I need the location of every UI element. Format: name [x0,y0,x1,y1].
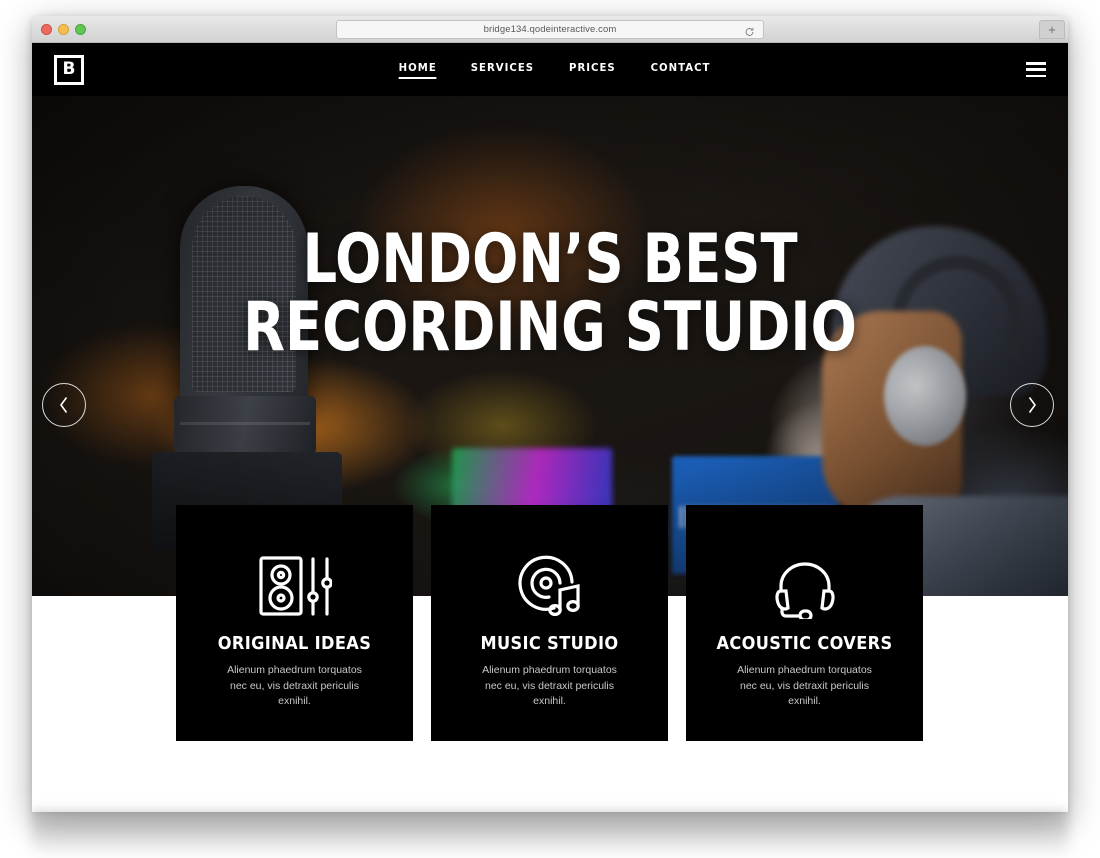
service-card-title: ORIGINAL IDEAS [217,633,372,654]
logo-letter: B [62,59,76,79]
hero-headline: LONDON’S BEST RECORDING STUDIO [32,226,1068,362]
close-window-button[interactable] [41,23,52,35]
nav-item-prices[interactable]: PRICES [569,61,616,79]
minimize-window-button[interactable] [58,23,69,35]
chevron-right-icon [1028,397,1036,413]
nav-item-services[interactable]: SERVICES [471,61,534,79]
reload-icon[interactable] [744,24,755,36]
browser-chrome-bar: bridge134.qodeinteractive.com + [32,16,1068,43]
service-card-title: ACOUSTIC COVERS [716,633,893,654]
site-header: B HOME SERVICES PRICES CONTACT [32,43,1068,96]
service-card-music-studio[interactable]: MUSIC STUDIO Alienum phaedrum torquatos … [431,505,668,741]
hamburger-menu-icon[interactable] [1026,62,1046,77]
new-tab-button[interactable]: + [1039,20,1065,39]
service-card-title: MUSIC STUDIO [480,633,619,654]
hero-headline-line-2: RECORDING STUDIO [243,288,857,367]
site-viewport: B HOME SERVICES PRICES CONTACT LONDON’S … [32,43,1068,812]
service-card-text: Alienum phaedrum torquatos nec eu, vis d… [737,664,872,707]
service-card-acoustic-covers[interactable]: ACOUSTIC COVERS Alienum phaedrum torquat… [686,505,923,741]
page-bottom-fade [32,812,1068,858]
service-cards: ORIGINAL IDEAS Alienum phaedrum torquato… [176,505,924,741]
service-card-text: Alienum phaedrum torquatos nec eu, vis d… [482,664,617,707]
address-bar-url: bridge134.qodeinteractive.com [483,24,617,35]
address-bar[interactable]: bridge134.qodeinteractive.com [336,20,764,39]
vinyl-record-music-note-icon [451,547,648,625]
bridge-logo[interactable]: B [54,54,84,85]
slider-next-button[interactable] [1010,383,1054,427]
hero-headline-line-1: LONDON’S BEST [302,220,798,299]
slider-prev-button[interactable] [42,383,86,427]
screenshot-root: bridge134.qodeinteractive.com + B HOME S… [0,0,1100,858]
zoom-window-button[interactable] [75,23,86,35]
service-card-original-ideas[interactable]: ORIGINAL IDEAS Alienum phaedrum torquato… [176,505,413,741]
headset-microphone-icon [706,547,903,625]
service-card-text: Alienum phaedrum torquatos nec eu, vis d… [227,664,362,707]
browser-window: bridge134.qodeinteractive.com + B HOME S… [32,16,1068,812]
main-navigation: HOME SERVICES PRICES CONTACT [84,61,1026,79]
nav-item-home[interactable]: HOME [398,61,437,79]
studio-monitor-faders-icon [196,547,393,625]
tab-strip-edge [1034,39,1068,42]
nav-item-contact[interactable]: CONTACT [651,61,711,79]
chevron-left-icon [60,397,68,413]
window-controls [41,23,86,35]
